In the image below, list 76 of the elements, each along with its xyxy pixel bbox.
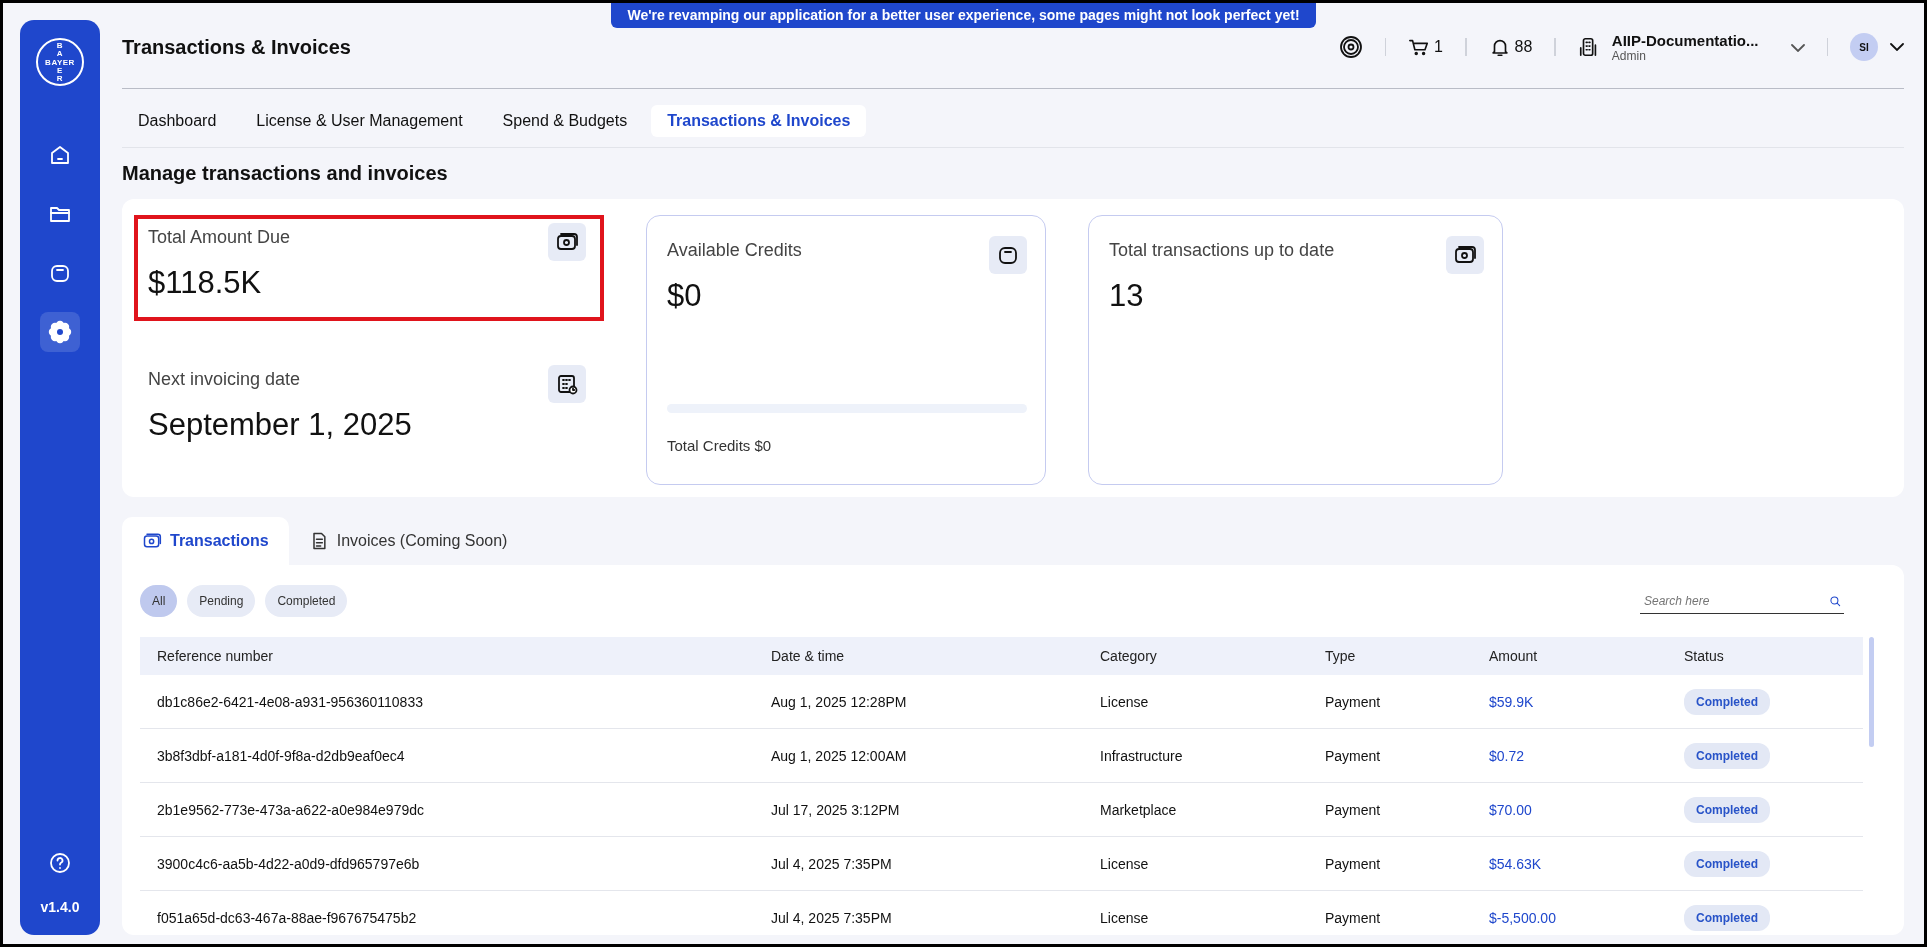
table-cell: Payment [1325, 855, 1381, 872]
amount-text: $0.72 [1489, 747, 1525, 764]
table-cell: License [1100, 909, 1149, 926]
content-tab[interactable]: Invoices (Coming Soon) [288, 517, 528, 565]
table-cell: db1c86e2-6421-4e08-a931-956360110833 [157, 693, 423, 710]
amount-text: $54.63K [1489, 855, 1542, 872]
column-header: Reference number [156, 647, 274, 666]
stat-value: September 1, 2025 [148, 407, 413, 443]
table-cell: Marketplace [1100, 801, 1177, 818]
notification-count: 88 [1514, 38, 1533, 56]
stat-value: $0 [667, 278, 703, 314]
status-badge: Completed [1684, 688, 1770, 715]
column-header: Date & time [770, 647, 846, 666]
table-cell: Infrastructure [1100, 747, 1183, 764]
section-title: Manage transactions and invoices [122, 162, 449, 185]
search-icon [1828, 593, 1842, 608]
organization-role: Admin [1611, 48, 1647, 63]
table-cell: 3b8f3dbf-a181-4d0f-9f8a-d2db9eaf0ec4 [157, 747, 405, 764]
amount-text: $-5,500.00 [1489, 909, 1556, 926]
table-cell: License [1100, 855, 1149, 872]
content-tab[interactable]: Transactions [122, 517, 289, 565]
sidebar-item[interactable] [40, 312, 80, 352]
scrollbar-thumb[interactable] [1869, 637, 1874, 747]
page-title: Transactions & Invoices [122, 35, 351, 59]
logo: BA BAYER ER [36, 38, 84, 86]
nav-tab[interactable]: Dashboard [122, 105, 233, 137]
version-label: v1.4.0 [40, 899, 80, 915]
table-cell: Payment [1325, 693, 1381, 710]
table-cell: Jul 4, 2025 7:35PM [771, 855, 892, 872]
amount-text: $59.9K [1489, 693, 1534, 710]
gear-icon [48, 320, 72, 344]
stat-label: Available Credits [667, 240, 802, 261]
announcement-banner: We're revamping our application for a better user experience, some pages might not look perfect yet! [611, 3, 1316, 28]
amount-text: $70.00 [1489, 801, 1532, 818]
stat-label: Next invoicing date [148, 369, 301, 390]
column-header: Category [1099, 647, 1158, 666]
table-cell: Payment [1325, 747, 1381, 764]
stat-value: 13 [1109, 278, 1145, 314]
table-cell: 3900c4c6-aa5b-4d22-a0d9-dfd965797e6b [157, 855, 420, 872]
table-cell: Jul 17, 2025 3:12PM [771, 801, 900, 818]
column-header: Type [1324, 647, 1357, 666]
cart-count: 1 [1434, 38, 1443, 56]
filter-chip[interactable]: All [140, 585, 178, 617]
table-cell: Payment [1325, 801, 1381, 818]
calendar-icon [555, 372, 579, 396]
search-field[interactable]: Search here [1642, 592, 1828, 609]
chevron-down-icon[interactable] [1890, 43, 1904, 51]
table-cell: Payment [1325, 909, 1381, 926]
organization-name[interactable]: AIIP-Documentatio... [1611, 31, 1759, 49]
filter-chip[interactable]: Completed [265, 585, 348, 617]
chevron-down-icon[interactable] [1790, 44, 1805, 52]
status-badge: Completed [1684, 796, 1770, 823]
stat-label: Total transactions up to date [1109, 240, 1335, 261]
nav-tab[interactable]: Spend & Budgets [486, 105, 644, 137]
status-badge: Completed [1684, 850, 1770, 877]
filter-chip[interactable]: Pending [187, 585, 256, 617]
column-header: Status [1683, 647, 1725, 666]
money-icon [142, 531, 162, 551]
stat-label: Total Amount Due [148, 227, 291, 248]
table-cell: 2b1e9562-773e-473a-a622-a0e984e979dc [157, 801, 425, 818]
table-cell: Jul 4, 2025 7:35PM [771, 909, 892, 926]
stat-value: $118.5K [148, 265, 263, 301]
table-cell: f051a65d-dc63-467a-88ae-f967675475b2 [157, 909, 417, 926]
help-icon [48, 851, 72, 875]
status-badge: Completed [1684, 742, 1770, 769]
table-cell: Aug 1, 2025 12:28PM [771, 693, 907, 710]
table-cell: License [1100, 693, 1149, 710]
nav-tab[interactable]: Transactions & Invoices [651, 105, 867, 137]
user-avatar[interactable]: SI [1850, 33, 1878, 61]
column-header: Amount [1488, 647, 1539, 666]
nav-tab[interactable]: License & User Management [240, 105, 479, 137]
credits-total: Total Credits $0 [667, 437, 773, 454]
home-icon [48, 143, 72, 167]
table-cell: Aug 1, 2025 12:00AM [771, 747, 907, 764]
settings-icon [1338, 35, 1363, 59]
status-badge: Completed [1684, 904, 1770, 931]
